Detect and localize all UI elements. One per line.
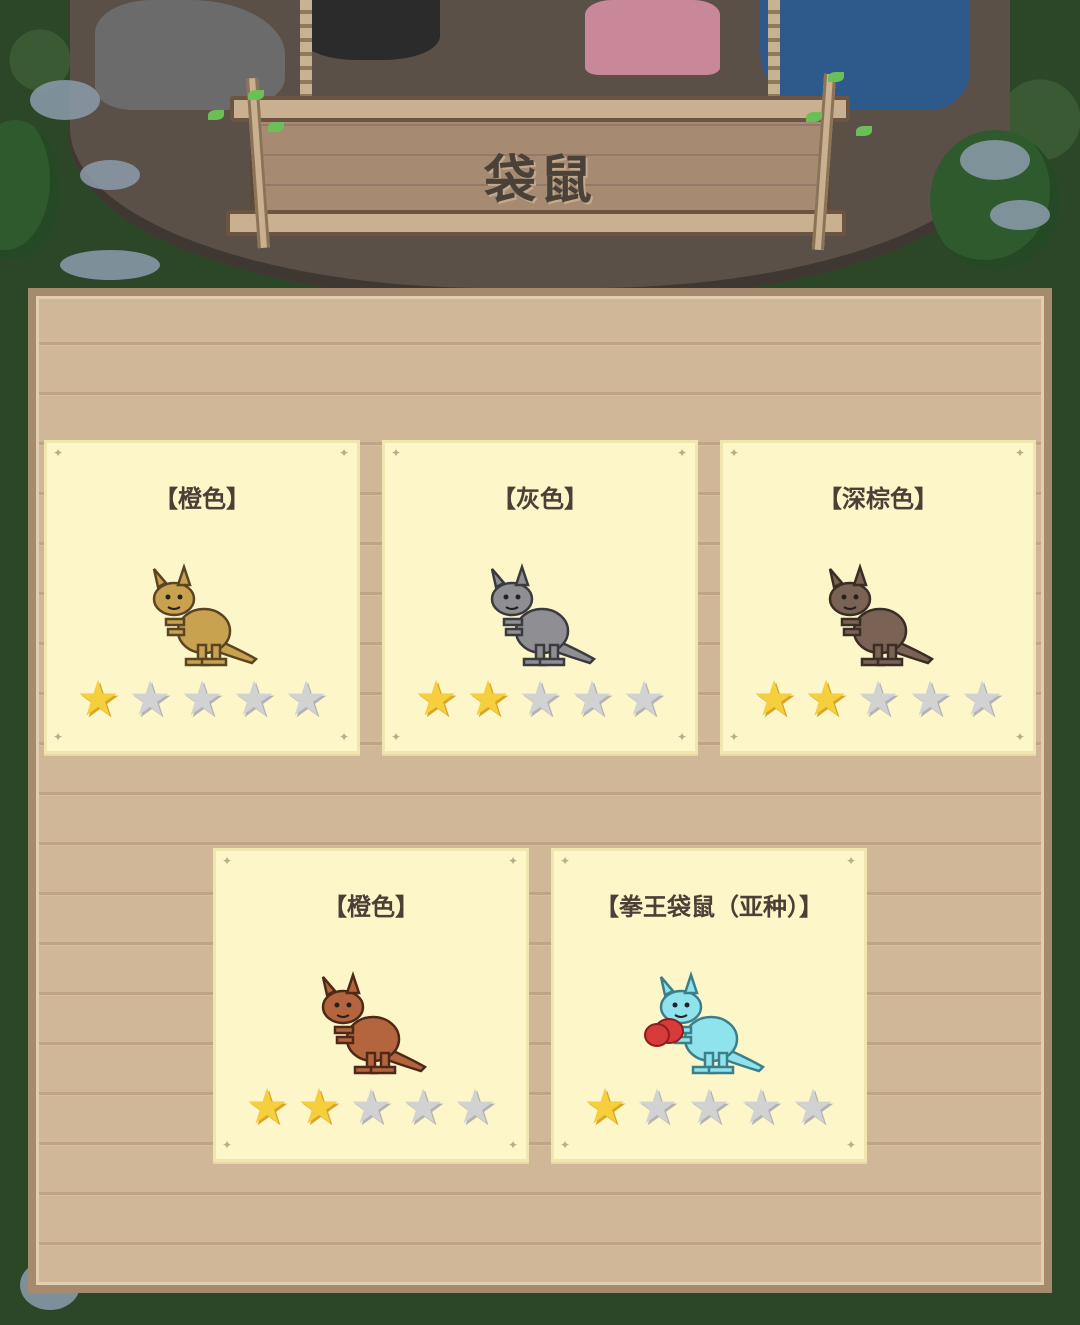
star-filled-icon: ★ — [414, 671, 458, 727]
variant-label: 【橙色】 — [323, 893, 419, 921]
rating-stars: ★ ★ ★ ★ ★ — [216, 1083, 526, 1131]
page-title: 袋鼠 — [483, 151, 596, 211]
kangaroo-sprite — [152, 563, 259, 667]
star-filled-icon: ★ — [245, 1079, 289, 1135]
star-empty-icon: ★ — [739, 1079, 783, 1135]
star-filled-icon: ★ — [76, 671, 120, 727]
sign-rope-left — [300, 0, 312, 110]
star-filled-icon: ★ — [297, 1079, 341, 1135]
leaf-icon — [828, 72, 844, 82]
dark-animal-sprite — [300, 0, 440, 60]
star-empty-icon: ★ — [518, 671, 562, 727]
corner-pin-icon: ✦ — [846, 854, 857, 868]
corner-pin-icon: ✦ — [508, 854, 519, 868]
star-empty-icon: ★ — [401, 1079, 445, 1135]
star-filled-icon: ★ — [804, 671, 848, 727]
rating-stars: ★ ★ ★ ★ ★ — [385, 675, 695, 723]
leaf-icon — [208, 110, 224, 120]
corner-pin-icon: ✦ — [560, 854, 571, 868]
leaf-icon — [268, 122, 284, 132]
corner-pin-icon: ✦ — [339, 446, 350, 460]
variant-label: 【拳王袋鼠（亚种）】 — [595, 893, 823, 921]
corner-pin-icon: ✦ — [560, 1138, 571, 1152]
corner-pin-icon: ✦ — [1015, 730, 1026, 744]
variant-label: 【深棕色】 — [818, 485, 938, 513]
kangaroo-sprite — [828, 563, 935, 667]
star-empty-icon: ★ — [349, 1079, 393, 1135]
variant-card[interactable]: ✦ ✦ ✦ ✦ 【深棕色】 ★ ★ ★ ★ ★ — [720, 440, 1036, 754]
variant-card[interactable]: ✦ ✦ ✦ ✦ 【拳王袋鼠（亚种）】 ★ ★ ★ ★ ★ — [551, 848, 867, 1162]
corner-pin-icon: ✦ — [339, 730, 350, 744]
sign-rope-right — [768, 0, 780, 110]
leaf-icon — [806, 112, 822, 122]
star-empty-icon: ★ — [791, 1079, 835, 1135]
rating-stars: ★ ★ ★ ★ ★ — [554, 1083, 864, 1131]
star-empty-icon: ★ — [856, 671, 900, 727]
star-empty-icon: ★ — [232, 671, 276, 727]
corner-pin-icon: ✦ — [508, 1138, 519, 1152]
pond — [760, 0, 970, 110]
variant-card[interactable]: ✦ ✦ ✦ ✦ 【灰色】 ★ ★ ★ ★ ★ — [382, 440, 698, 754]
star-filled-icon: ★ — [752, 671, 796, 727]
corner-pin-icon: ✦ — [677, 730, 688, 744]
star-filled-icon: ★ — [466, 671, 510, 727]
corner-pin-icon: ✦ — [222, 1138, 233, 1152]
corner-pin-icon: ✦ — [729, 446, 740, 460]
snow-patch — [80, 160, 140, 190]
corner-pin-icon: ✦ — [677, 446, 688, 460]
variant-card[interactable]: ✦ ✦ ✦ ✦ 【橙色】 ★ ★ ★ ★ ★ — [213, 848, 529, 1162]
variant-card[interactable]: ✦ ✦ ✦ ✦ 【橙色】 ★ ★ ★ ★ ★ — [44, 440, 360, 754]
kangaroo-sprite — [490, 563, 597, 667]
star-empty-icon: ★ — [687, 1079, 731, 1135]
leaf-icon — [248, 90, 264, 100]
snow-patch — [990, 200, 1050, 230]
star-empty-icon: ★ — [180, 671, 224, 727]
variant-label: 【灰色】 — [492, 485, 588, 513]
collection-board — [28, 288, 1052, 1293]
snow-patch — [960, 140, 1030, 180]
star-filled-icon: ★ — [583, 1079, 627, 1135]
pink-animal-sprite — [585, 0, 720, 75]
kangaroo-sprite — [321, 971, 428, 1075]
snow-patch — [30, 80, 100, 120]
star-empty-icon: ★ — [284, 671, 328, 727]
snow-patch — [60, 250, 160, 280]
rating-stars: ★ ★ ★ ★ ★ — [723, 675, 1033, 723]
sign-bottom-plank — [226, 210, 846, 236]
corner-pin-icon: ✦ — [846, 1138, 857, 1152]
star-empty-icon: ★ — [635, 1079, 679, 1135]
star-empty-icon: ★ — [960, 671, 1004, 727]
corner-pin-icon: ✦ — [391, 730, 402, 744]
variant-label: 【橙色】 — [154, 485, 250, 513]
leaf-icon — [856, 126, 872, 136]
corner-pin-icon: ✦ — [222, 854, 233, 868]
corner-pin-icon: ✦ — [53, 446, 64, 460]
corner-pin-icon: ✦ — [391, 446, 402, 460]
star-empty-icon: ★ — [908, 671, 952, 727]
sign-top-plank — [230, 96, 850, 122]
corner-pin-icon: ✦ — [1015, 446, 1026, 460]
star-empty-icon: ★ — [128, 671, 172, 727]
boxing-kangaroo-sprite — [644, 971, 766, 1075]
rating-stars: ★ ★ ★ ★ ★ — [47, 675, 357, 723]
corner-pin-icon: ✦ — [53, 730, 64, 744]
star-empty-icon: ★ — [453, 1079, 497, 1135]
star-empty-icon: ★ — [570, 671, 614, 727]
star-empty-icon: ★ — [622, 671, 666, 727]
corner-pin-icon: ✦ — [729, 730, 740, 744]
